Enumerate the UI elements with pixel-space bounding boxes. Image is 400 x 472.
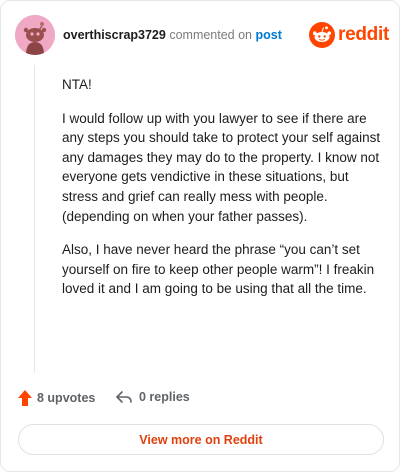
snoo-avatar-icon (15, 15, 55, 55)
reddit-logo[interactable]: reddit (309, 21, 389, 49)
reddit-logo-icon (309, 22, 335, 48)
post-link[interactable]: post (256, 28, 282, 42)
user-avatar[interactable] (15, 15, 55, 55)
comment-paragraph: NTA! (62, 77, 92, 92)
comment-header: overthiscrap3729 commented on post reddi… (15, 15, 389, 55)
username-link[interactable]: overthiscrap3729 (63, 28, 166, 42)
upvote-count: 8 upvotes (37, 391, 96, 405)
comment-byline: overthiscrap3729 commented on post (63, 27, 282, 43)
comment-paragraph: Also, I have never heard the phrase “you… (62, 242, 375, 297)
reply-count: 0 replies (139, 390, 190, 404)
view-more-button[interactable]: View more on Reddit (18, 424, 384, 455)
replies-button[interactable]: 0 replies (115, 389, 190, 405)
comment-card: overthiscrap3729 commented on post reddi… (0, 0, 400, 472)
upvote-arrow-icon (18, 390, 32, 406)
comment-body: NTA! I would follow up with you lawyer t… (62, 75, 382, 313)
comment-paragraph: I would follow up with you lawyer to see… (62, 110, 381, 224)
comment-footer: 8 upvotes 0 replies (17, 389, 387, 411)
commented-on-text: commented on (169, 28, 253, 42)
upvote-button[interactable]: 8 upvotes (17, 389, 95, 407)
reply-arrow-icon (116, 391, 132, 403)
reddit-wordmark: reddit (338, 24, 389, 45)
thread-line (34, 65, 35, 373)
